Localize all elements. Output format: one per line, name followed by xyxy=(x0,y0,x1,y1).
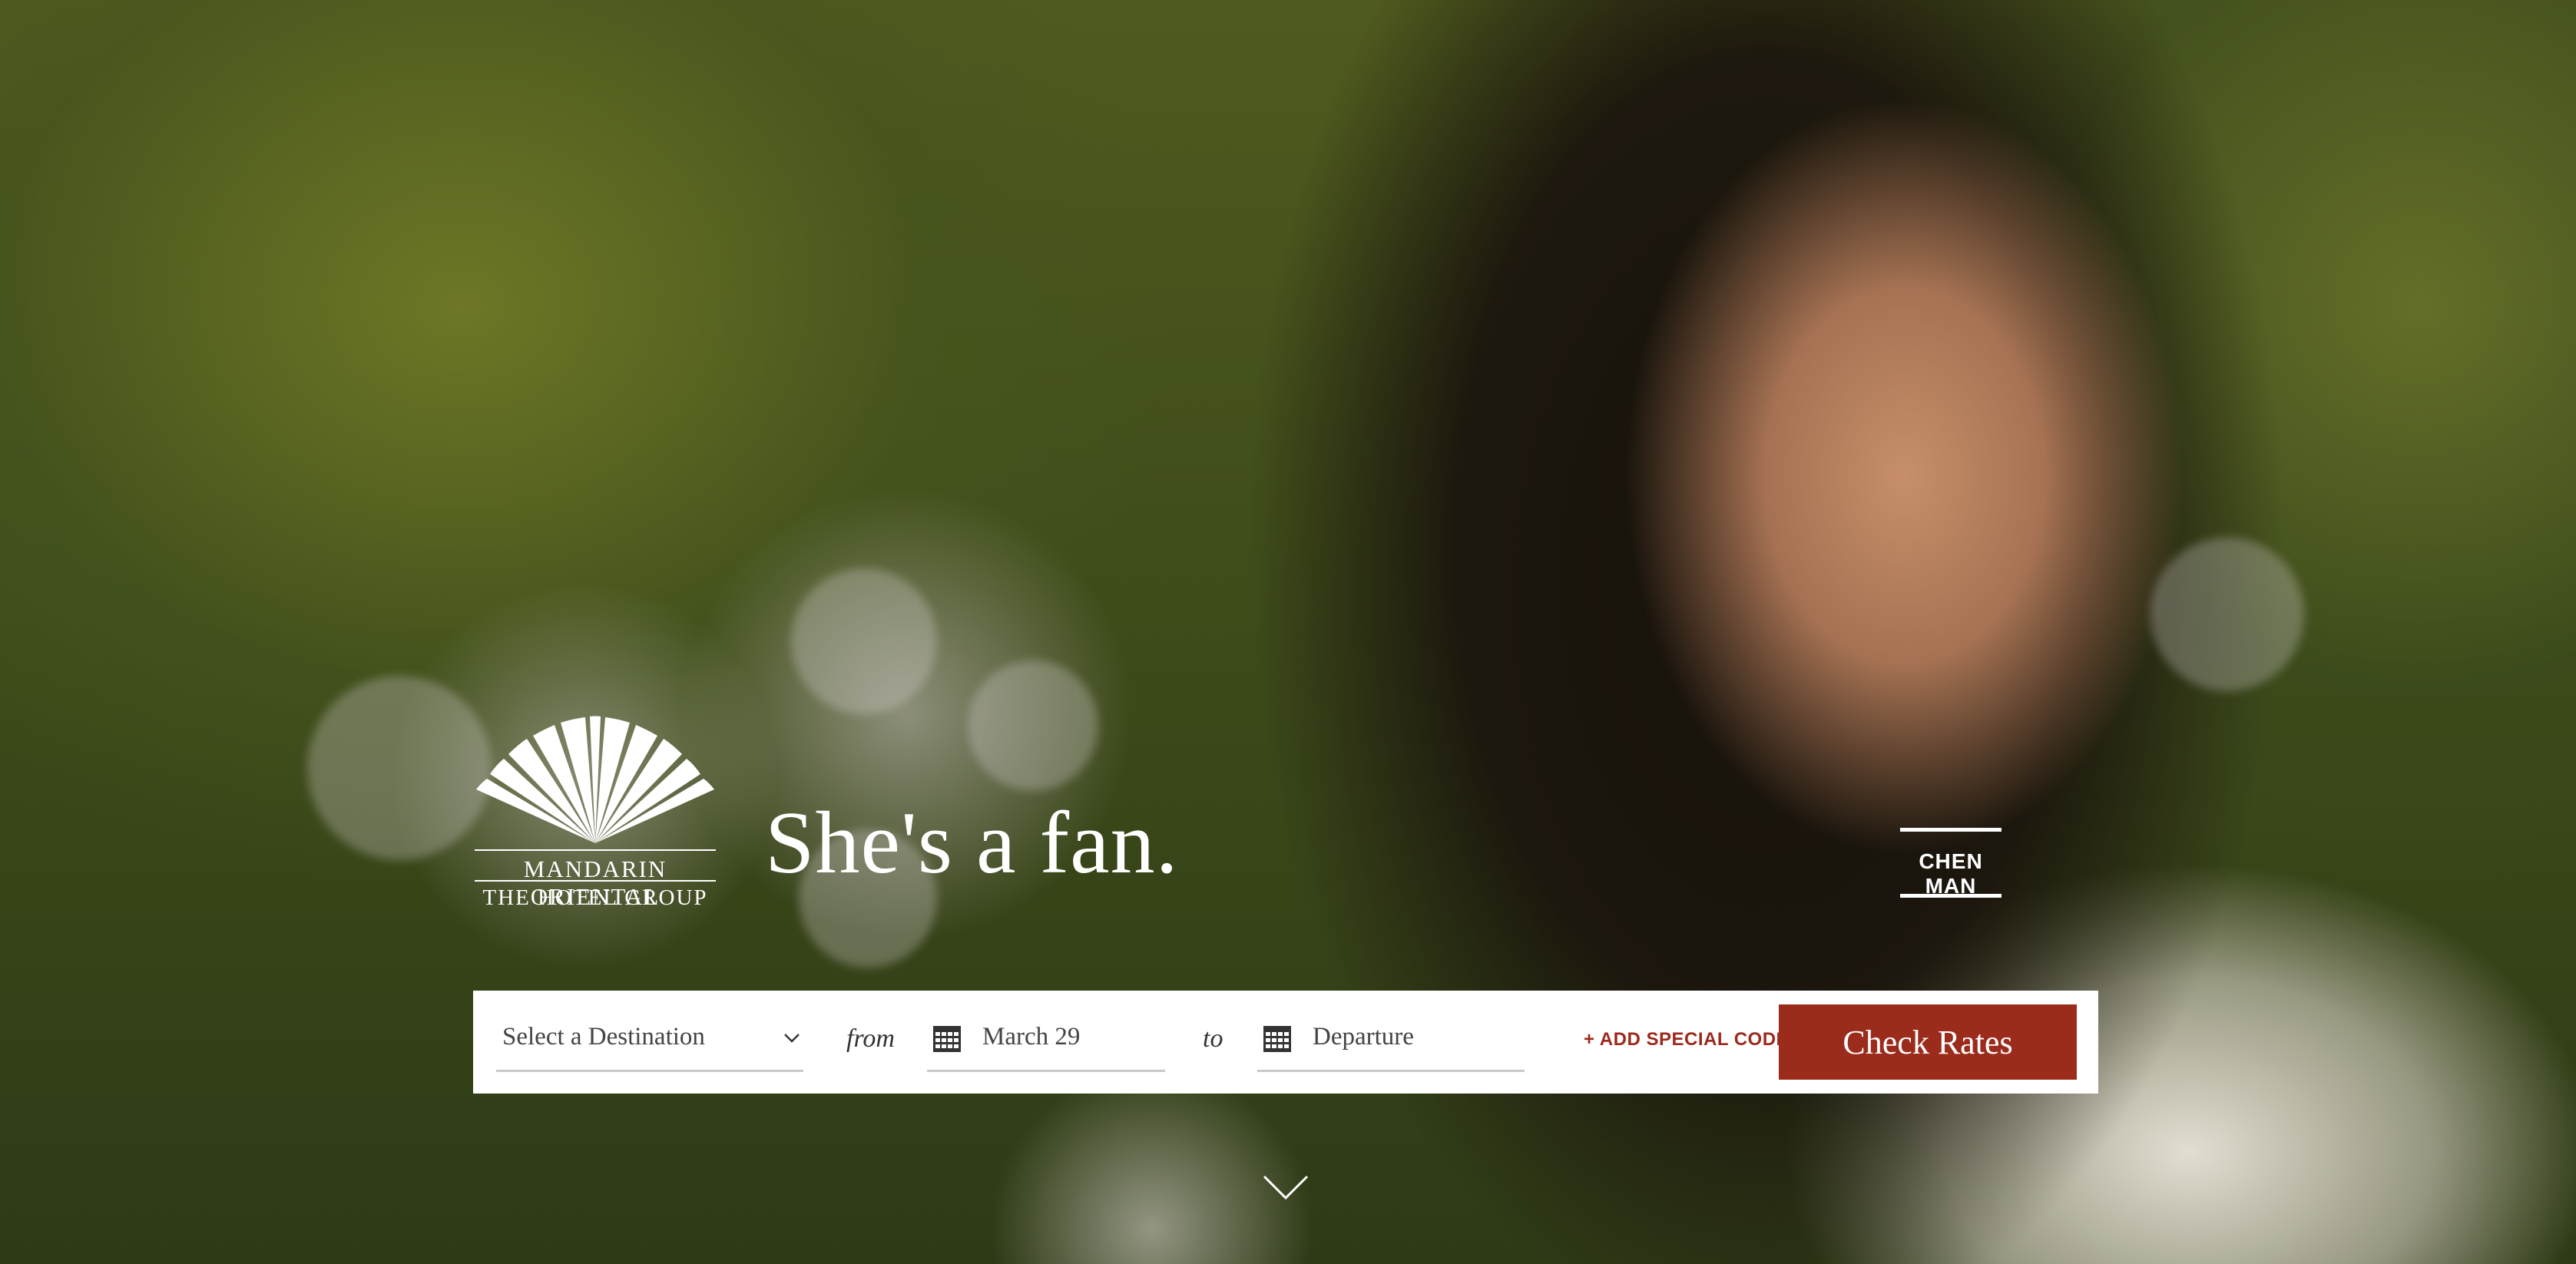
bokeh-light xyxy=(2151,538,2304,691)
credit-top-rule xyxy=(1900,828,2002,832)
arrival-underline xyxy=(927,1070,1165,1072)
logo-rule xyxy=(475,880,716,882)
hero-headline: She's a fan. xyxy=(765,794,1179,892)
calendar-icon xyxy=(933,1026,961,1052)
fan-icon xyxy=(476,716,714,843)
photo-credit[interactable]: CHEN MAN xyxy=(1900,828,2002,898)
check-rates-button[interactable]: Check Rates xyxy=(1779,1004,2077,1080)
destination-placeholder: Select a Destination xyxy=(502,1023,705,1051)
booking-bar: Select a Destination from March 29 to De… xyxy=(473,991,2098,1094)
departure-placeholder: Departure xyxy=(1313,1023,1414,1051)
chevron-down-icon xyxy=(784,1034,800,1043)
photo-credit-name: CHEN MAN xyxy=(1919,849,1983,898)
destination-select[interactable]: Select a Destination xyxy=(496,991,803,1094)
brand-logo[interactable]: MANDARIN ORIENTAL THE HOTEL GROUP xyxy=(470,714,720,914)
from-label: from xyxy=(846,1024,895,1053)
credit-bottom-rule xyxy=(1900,894,2002,898)
bokeh-light xyxy=(791,568,937,714)
chevron-down-icon[interactable] xyxy=(1261,1172,1310,1203)
destination-underline xyxy=(496,1070,803,1072)
calendar-icon xyxy=(1263,1026,1291,1052)
to-label: to xyxy=(1203,1024,1223,1053)
bokeh-light xyxy=(307,676,492,860)
logo-rule xyxy=(475,849,716,851)
logo-subline: THE HOTEL GROUP xyxy=(482,885,708,910)
departure-date-field[interactable]: Departure xyxy=(1257,991,1525,1094)
arrival-date-value: March 29 xyxy=(982,1023,1081,1051)
add-special-code-link[interactable]: + ADD SPECIAL CODE xyxy=(1584,1029,1789,1051)
arrival-date-field[interactable]: March 29 xyxy=(927,991,1165,1094)
bokeh-light xyxy=(968,660,1098,791)
departure-underline xyxy=(1257,1070,1525,1072)
